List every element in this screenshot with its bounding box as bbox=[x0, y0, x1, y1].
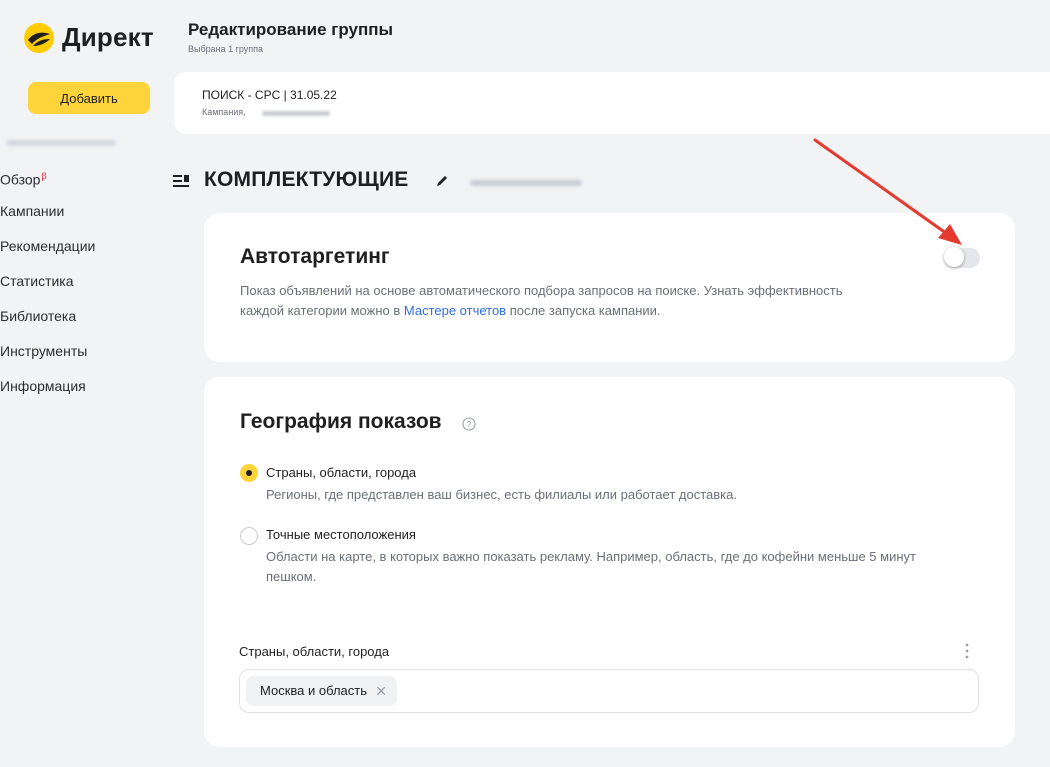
sidebar-item-label: Кампании bbox=[0, 203, 65, 219]
campaign-id-redacted bbox=[262, 111, 330, 116]
option-desc-exact-locations: Области на карте, в которых важно показа… bbox=[266, 549, 916, 584]
close-icon[interactable]: ✕ bbox=[375, 676, 387, 706]
sidebar-item-label: Библиотека bbox=[0, 308, 77, 324]
regions-input[interactable]: Москва и область ✕ bbox=[239, 669, 979, 713]
account-login-redacted bbox=[6, 140, 116, 146]
description-text-end: после запуска кампании. bbox=[506, 303, 661, 318]
option-desc-regions: Регионы, где представлен ваш бизнес, ест… bbox=[266, 487, 737, 502]
sidebar-item-label: Инструменты bbox=[0, 343, 88, 359]
campaign-name: ПОИСК - CPC | 31.05.22 bbox=[202, 88, 337, 102]
page-title: Редактирование группы bbox=[188, 20, 393, 39]
sidebar-item-information[interactable]: Информация bbox=[0, 375, 95, 410]
campaign-card[interactable]: ПОИСК - CPC | 31.05.22 Кампания, bbox=[174, 72, 1050, 134]
option-label-regions: Страны, области, города bbox=[266, 465, 417, 480]
geography-title: География показов bbox=[240, 410, 442, 433]
sidebar-item-campaigns[interactable]: Кампании bbox=[0, 200, 95, 235]
sidebar-item-overview[interactable]: Обзорβ bbox=[0, 165, 95, 200]
report-master-link[interactable]: Мастере отчетов bbox=[404, 303, 506, 318]
page-subtitle: Выбрана 1 группа bbox=[188, 44, 264, 54]
sidebar-nav: Обзорβ Кампании Рекомендации Статистика … bbox=[0, 165, 95, 410]
group-list-icon[interactable] bbox=[173, 174, 189, 188]
svg-text:?: ? bbox=[467, 419, 472, 429]
region-chip-label: Москва и область bbox=[260, 683, 368, 698]
sidebar-item-recommendations[interactable]: Рекомендации bbox=[0, 235, 95, 270]
sidebar-item-label: Статистика bbox=[0, 273, 74, 289]
group-id-redacted bbox=[470, 180, 582, 186]
logo[interactable]: Директ bbox=[24, 22, 154, 53]
radio-exact-locations[interactable] bbox=[240, 527, 258, 545]
yandex-direct-logo-icon bbox=[24, 22, 54, 53]
group-title: КОМПЛЕКТУЮЩИЕ bbox=[204, 168, 409, 191]
kebab-menu-icon[interactable] bbox=[964, 642, 970, 660]
geography-card: География показов ? Страны, области, гор… bbox=[204, 377, 1015, 747]
autotargeting-description: Показ объявлений на основе автоматическо… bbox=[240, 281, 880, 321]
help-icon[interactable]: ? bbox=[462, 417, 476, 431]
sidebar-item-library[interactable]: Библиотека bbox=[0, 305, 95, 340]
brand-name: Директ bbox=[62, 22, 154, 52]
annotation-arrow-icon bbox=[813, 138, 962, 245]
option-label-exact-locations: Точные местоположения bbox=[266, 527, 416, 542]
add-button[interactable]: Добавить bbox=[28, 82, 150, 114]
sidebar-item-label: Рекомендации bbox=[0, 238, 96, 254]
sidebar-item-label: Обзор bbox=[0, 171, 41, 188]
sidebar-item-tools[interactable]: Инструменты bbox=[0, 340, 95, 375]
campaign-meta: Кампания, bbox=[202, 107, 246, 117]
regions-field-label: Страны, области, города bbox=[239, 644, 390, 659]
pencil-icon[interactable] bbox=[435, 174, 449, 188]
app-root: Директ Добавить Обзорβ Кампании Рекоменд… bbox=[0, 0, 1050, 767]
autotargeting-title: Автотаргетинг bbox=[240, 245, 390, 268]
sidebar-item-statistics[interactable]: Статистика bbox=[0, 270, 95, 305]
beta-badge: β bbox=[41, 171, 47, 181]
region-chip[interactable]: Москва и область ✕ bbox=[246, 676, 398, 706]
sidebar-item-label: Информация bbox=[0, 378, 86, 394]
radio-regions[interactable] bbox=[240, 464, 258, 482]
